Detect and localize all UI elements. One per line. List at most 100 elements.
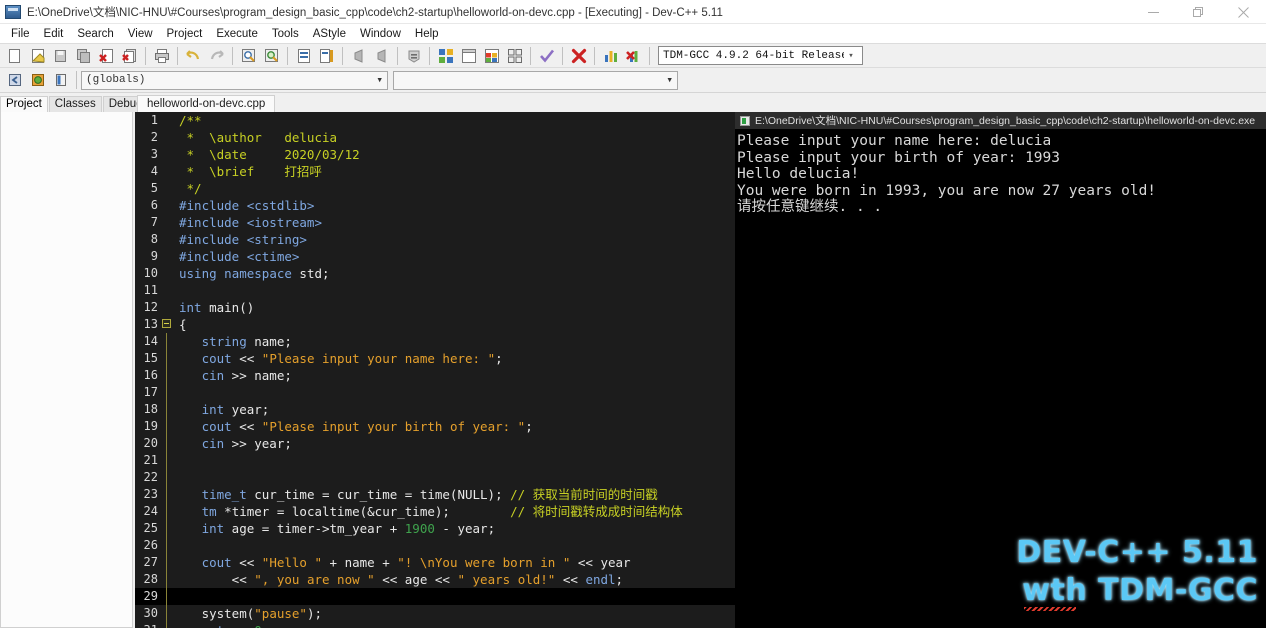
line-number: 22 bbox=[143, 470, 158, 484]
goto-function-icon[interactable] bbox=[26, 69, 49, 91]
code-token: cout bbox=[201, 351, 232, 366]
compile-and-run-icon[interactable] bbox=[480, 45, 503, 67]
replace-icon[interactable] bbox=[260, 45, 283, 67]
minimize-button[interactable] bbox=[1131, 0, 1176, 24]
code-token: ); bbox=[306, 606, 323, 621]
tab-helloworld-on-devc-cpp[interactable]: helloworld-on-devc.cpp bbox=[137, 95, 276, 112]
code-text: time_t cur_time = cur_time = time(NULL);… bbox=[173, 486, 735, 503]
redo-icon[interactable] bbox=[205, 45, 228, 67]
code-text: int year; bbox=[173, 401, 735, 418]
code-line: 14 string name; bbox=[135, 333, 735, 350]
code-line: 16 cin >> name; bbox=[135, 367, 735, 384]
delete-profile-icon[interactable] bbox=[622, 45, 645, 67]
syntax-check-icon[interactable] bbox=[535, 45, 558, 67]
code-token: "Hello " bbox=[261, 555, 323, 570]
menu-search[interactable]: Search bbox=[70, 27, 120, 41]
code-line: 4 * \brief 打招呼 bbox=[135, 163, 735, 180]
profile-icon[interactable] bbox=[599, 45, 622, 67]
code-token: int bbox=[201, 402, 225, 417]
print-icon[interactable] bbox=[150, 45, 173, 67]
title-bar: E:\OneDrive\文档\NIC-HNU\#Courses\program_… bbox=[0, 0, 1266, 24]
code-token: std; bbox=[291, 266, 330, 281]
toggle-bookmark-icon[interactable] bbox=[315, 45, 338, 67]
save-all-icon[interactable] bbox=[72, 45, 95, 67]
code-line: 7 #include <iostream> bbox=[135, 214, 735, 231]
menu-project[interactable]: Project bbox=[160, 27, 210, 41]
menu-view[interactable]: View bbox=[121, 27, 160, 41]
code-token: cout bbox=[201, 555, 232, 570]
menu-help[interactable]: Help bbox=[408, 27, 446, 41]
fold-collapse-icon[interactable] bbox=[162, 319, 171, 328]
code-text: */ bbox=[173, 180, 735, 197]
console-window[interactable]: E:\OneDrive\文档\NIC-HNU\#Courses\program_… bbox=[735, 112, 1266, 628]
code-text: cout << "Please input your name here: "; bbox=[173, 350, 735, 367]
toolbar-separator bbox=[76, 71, 77, 89]
fold-guide bbox=[166, 418, 167, 435]
goto-class-icon[interactable] bbox=[49, 69, 72, 91]
fold-column bbox=[161, 588, 173, 605]
next-bookmark-icon[interactable] bbox=[370, 45, 393, 67]
scope-select[interactable]: (globals) ▾ bbox=[81, 70, 388, 90]
line-number: 1 bbox=[150, 113, 158, 127]
code-token: system( bbox=[179, 606, 255, 621]
menu-window[interactable]: Window bbox=[353, 27, 408, 41]
run-icon[interactable] bbox=[457, 45, 480, 67]
spellcheck-squiggle-icon bbox=[1024, 607, 1077, 611]
fold-guide bbox=[166, 350, 167, 367]
insert-icon[interactable] bbox=[402, 45, 425, 67]
fold-column bbox=[161, 367, 173, 384]
code-line: 22 bbox=[135, 469, 735, 486]
code-text: #include <cstdlib> bbox=[173, 197, 735, 214]
code-token: * \brief 打招呼 bbox=[179, 164, 322, 179]
code-text: #include <ctime> bbox=[173, 248, 735, 265]
code-text: int age = timer->tm_year + 1900 - year; bbox=[173, 520, 735, 537]
code-token: #include <cstdlib> bbox=[179, 198, 315, 213]
member-select[interactable]: ▾ bbox=[393, 70, 678, 90]
fold-column bbox=[161, 231, 173, 248]
close-button[interactable] bbox=[1221, 0, 1266, 24]
save-file-icon[interactable] bbox=[49, 45, 72, 67]
rebuild-all-icon[interactable] bbox=[503, 45, 526, 67]
tab-classes[interactable]: Classes bbox=[48, 96, 102, 112]
project-panel[interactable] bbox=[0, 112, 133, 628]
line-number: 19 bbox=[143, 419, 158, 433]
menu-execute[interactable]: Execute bbox=[209, 27, 265, 41]
restore-button[interactable] bbox=[1176, 0, 1221, 24]
menu-file[interactable]: File bbox=[4, 27, 37, 41]
compiler-select[interactable]: TDM-GCC 4.9.2 64-bit Release ▾ bbox=[658, 46, 863, 65]
open-file-icon[interactable] bbox=[26, 45, 49, 67]
code-editor[interactable]: 1/** 2 * \author delucia 3 * \date 2020/03… bbox=[135, 112, 735, 628]
fold-column bbox=[161, 112, 173, 129]
line-number: 4 bbox=[150, 164, 158, 178]
fold-column bbox=[161, 469, 173, 486]
close-file-icon[interactable] bbox=[95, 45, 118, 67]
menu-astyle[interactable]: AStyle bbox=[306, 27, 353, 41]
menu-bar: File Edit Search View Project Execute To… bbox=[0, 24, 1266, 43]
find-icon[interactable] bbox=[237, 45, 260, 67]
menu-edit[interactable]: Edit bbox=[37, 27, 71, 41]
line-number: 24 bbox=[143, 504, 158, 518]
stop-execution-icon[interactable] bbox=[567, 45, 590, 67]
fold-column bbox=[161, 571, 173, 588]
tab-project[interactable]: Project bbox=[0, 96, 48, 112]
fold-guide bbox=[166, 520, 167, 537]
menu-tools[interactable]: Tools bbox=[265, 27, 306, 41]
code-token: << bbox=[231, 555, 262, 570]
line-number: 26 bbox=[143, 538, 158, 552]
fold-column[interactable] bbox=[161, 316, 173, 333]
code-text: cin >> name; bbox=[173, 367, 735, 384]
undo-icon[interactable] bbox=[182, 45, 205, 67]
prev-bookmark-icon[interactable] bbox=[347, 45, 370, 67]
goto-line-icon[interactable] bbox=[292, 45, 315, 67]
close-all-icon[interactable] bbox=[118, 45, 141, 67]
new-file-icon[interactable] bbox=[3, 45, 26, 67]
compile-icon[interactable] bbox=[434, 45, 457, 67]
code-line: 25 int age = timer->tm_year + 1900 - yea… bbox=[135, 520, 735, 537]
code-token: << age << bbox=[374, 572, 458, 587]
goto-prev-function-icon[interactable] bbox=[3, 69, 26, 91]
